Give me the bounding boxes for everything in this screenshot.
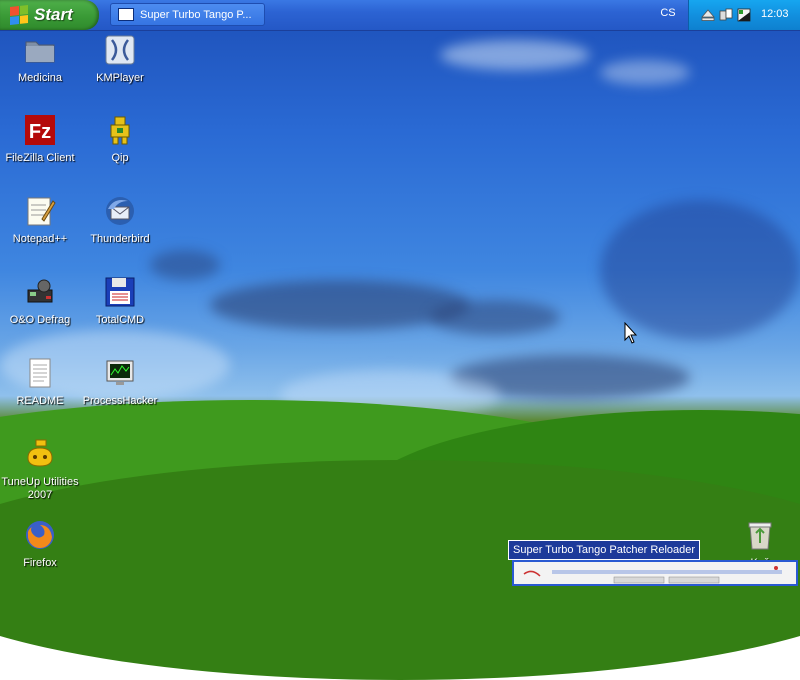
firefox-icon [24, 519, 56, 551]
thunderbird-icon [104, 195, 136, 227]
desktop-icon-label: Thunderbird [90, 233, 150, 245]
windows-logo-icon [10, 5, 28, 25]
desktop-icon-oo-defrag[interactable]: O&O Defrag [0, 276, 80, 327]
notepad-icon [24, 195, 56, 227]
desktop-icon-processhacker[interactable]: ProcessHacker [80, 357, 160, 408]
tuneup-icon [24, 438, 56, 470]
kmplayer-icon [104, 34, 136, 66]
desktop-icon-label: FileZilla Client [5, 152, 75, 164]
folder-icon [24, 34, 56, 66]
recycle-bin-icon [744, 519, 776, 551]
system-tray: 12:03 [688, 0, 800, 30]
desktop-icon-notepadpp[interactable]: Notepad++ [0, 195, 80, 246]
defrag-icon [24, 276, 56, 308]
window-icon [118, 8, 134, 21]
desktop-icon-label: TotalCMD [95, 314, 145, 326]
filezilla-icon: Fz [24, 114, 56, 146]
desktop-icon-totalcmd[interactable]: TotalCMD [80, 276, 160, 327]
desktop-icon-thunderbird[interactable]: Thunderbird [80, 195, 160, 246]
monitor-icon[interactable] [737, 8, 751, 22]
taskbar-window-button[interactable]: Super Turbo Tango P... [110, 3, 265, 26]
patcher-popup-window[interactable] [512, 560, 798, 586]
desktop-icon-kmplayer[interactable]: KMPlayer [80, 34, 160, 85]
processhacker-icon [104, 357, 136, 389]
desktop-icon-filezilla[interactable]: Fz FileZilla Client [0, 114, 80, 165]
desktop-icon-qip[interactable]: Qip [80, 114, 160, 165]
desktop-icon-label: Qip [111, 152, 129, 164]
desktop-icon-label: Medicina [17, 72, 63, 84]
qip-icon [104, 114, 136, 146]
desktop-icon-label: Firefox [23, 557, 57, 569]
taskbar-window-title: Super Turbo Tango P... [140, 8, 252, 21]
desktop-icon-medicina[interactable]: Medicina [0, 34, 80, 85]
svg-text:Fz: Fz [29, 121, 51, 143]
clock: 12:03 [761, 8, 789, 20]
start-label: Start [34, 5, 73, 24]
desktop-icon-readme[interactable]: README [0, 357, 80, 408]
taskbar: Start Super Turbo Tango P... CS 12:03 [0, 0, 800, 31]
network-icon[interactable] [719, 8, 733, 22]
desktop-icon-firefox[interactable]: Firefox [0, 519, 80, 570]
start-button[interactable]: Start [0, 0, 99, 30]
desktop-icon-label: Notepad++ [12, 233, 68, 245]
desktop-icon-label: O&O Defrag [9, 314, 71, 326]
desktop-icon-label: README [16, 395, 64, 407]
desktop-icon-label: ProcessHacker [82, 395, 158, 407]
document-icon [24, 357, 56, 389]
desktop-icon-tuneup[interactable]: TuneUp Utilities 2007 [0, 438, 80, 502]
desktop-icon-label: KMPlayer [96, 72, 144, 84]
floppy-icon [104, 276, 136, 308]
eject-icon[interactable] [701, 8, 715, 22]
mouse-cursor-icon [624, 321, 638, 349]
popup-title-tooltip: Super Turbo Tango Patcher Reloader [508, 540, 701, 560]
popup-window-content [523, 566, 782, 584]
desktop-icon-label: TuneUp Utilities 2007 [1, 476, 79, 501]
language-indicator[interactable]: CS [658, 7, 678, 19]
